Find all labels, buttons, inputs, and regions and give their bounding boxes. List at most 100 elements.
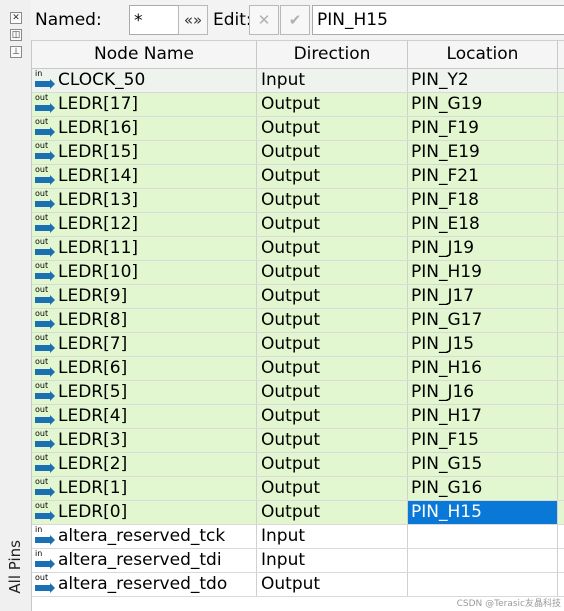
extra-column-cell[interactable] [558, 189, 564, 212]
extra-column-cell[interactable] [558, 429, 564, 452]
close-icon[interactable]: ✕ [10, 12, 22, 24]
table-row[interactable]: in altera_reserved_tck Input [32, 525, 564, 549]
direction-cell[interactable]: Output [257, 381, 408, 404]
location-cell[interactable]: PIN_J19 [408, 237, 558, 260]
cancel-edit-button[interactable]: ✕ [249, 5, 279, 35]
table-row[interactable]: out LEDR[9] Output PIN_J17 [32, 285, 564, 309]
direction-cell[interactable]: Output [257, 117, 408, 140]
table-row[interactable]: out LEDR[17] Output PIN_G19 [32, 93, 564, 117]
node-name-cell[interactable]: in CLOCK_50 [32, 69, 257, 92]
direction-cell[interactable]: Output [257, 573, 408, 596]
table-row[interactable]: out LEDR[2] Output PIN_G15 [32, 453, 564, 477]
column-header-more[interactable] [558, 41, 564, 68]
table-row[interactable]: out LEDR[16] Output PIN_F19 [32, 117, 564, 141]
node-name-cell[interactable]: out LEDR[16] [32, 117, 257, 140]
location-cell[interactable] [408, 549, 558, 572]
node-name-cell[interactable]: out LEDR[11] [32, 237, 257, 260]
direction-cell[interactable]: Output [257, 453, 408, 476]
column-header-node-name[interactable]: Node Name [32, 41, 257, 68]
extra-column-cell[interactable] [558, 573, 564, 596]
extra-column-cell[interactable] [558, 165, 564, 188]
table-row[interactable]: out LEDR[13] Output PIN_F18 [32, 189, 564, 213]
location-cell[interactable]: PIN_J17 [408, 285, 558, 308]
restore-icon[interactable]: ◫ [10, 29, 22, 41]
all-pins-tab[interactable]: All Pins [6, 540, 28, 602]
node-name-cell[interactable]: out LEDR[14] [32, 165, 257, 188]
table-row[interactable]: out LEDR[5] Output PIN_J16 [32, 381, 564, 405]
node-name-cell[interactable]: out LEDR[4] [32, 405, 257, 428]
direction-cell[interactable]: Output [257, 357, 408, 380]
column-header-location[interactable]: Location [408, 41, 558, 68]
location-cell[interactable]: PIN_H15 [408, 501, 558, 524]
location-cell[interactable]: PIN_H17 [408, 405, 558, 428]
node-name-cell[interactable]: in altera_reserved_tdi [32, 549, 257, 572]
table-row[interactable]: out LEDR[14] Output PIN_F21 [32, 165, 564, 189]
extra-column-cell[interactable] [558, 333, 564, 356]
direction-cell[interactable]: Output [257, 285, 408, 308]
direction-cell[interactable]: Input [257, 525, 408, 548]
direction-cell[interactable]: Output [257, 165, 408, 188]
table-row[interactable]: in altera_reserved_tdi Input [32, 549, 564, 573]
extra-column-cell[interactable] [558, 381, 564, 404]
direction-cell[interactable]: Output [257, 237, 408, 260]
node-name-cell[interactable]: out LEDR[15] [32, 141, 257, 164]
node-name-cell[interactable]: out LEDR[1] [32, 477, 257, 500]
extra-column-cell[interactable] [558, 405, 564, 428]
location-cell[interactable]: PIN_H19 [408, 261, 558, 284]
table-row[interactable]: out LEDR[3] Output PIN_F15 [32, 429, 564, 453]
node-name-cell[interactable]: out LEDR[3] [32, 429, 257, 452]
table-row[interactable]: out altera_reserved_tdo Output [32, 573, 564, 597]
extra-column-cell[interactable] [558, 213, 564, 236]
node-name-cell[interactable]: out LEDR[10] [32, 261, 257, 284]
location-cell[interactable]: PIN_F18 [408, 189, 558, 212]
direction-cell[interactable]: Output [257, 213, 408, 236]
table-row[interactable]: out LEDR[15] Output PIN_E19 [32, 141, 564, 165]
extra-column-cell[interactable] [558, 501, 564, 524]
direction-cell[interactable]: Output [257, 429, 408, 452]
location-cell[interactable]: PIN_G15 [408, 453, 558, 476]
extra-column-cell[interactable] [558, 93, 564, 116]
node-name-cell[interactable]: out altera_reserved_tdo [32, 573, 257, 596]
direction-cell[interactable]: Output [257, 405, 408, 428]
table-row[interactable]: out LEDR[11] Output PIN_J19 [32, 237, 564, 261]
extra-column-cell[interactable] [558, 141, 564, 164]
extra-column-cell[interactable] [558, 237, 564, 260]
node-name-cell[interactable]: out LEDR[6] [32, 357, 257, 380]
node-name-cell[interactable]: out LEDR[9] [32, 285, 257, 308]
node-name-cell[interactable]: out LEDR[17] [32, 93, 257, 116]
node-name-cell[interactable]: out LEDR[7] [32, 333, 257, 356]
table-row[interactable]: out LEDR[6] Output PIN_H16 [32, 357, 564, 381]
direction-cell[interactable]: Output [257, 93, 408, 116]
location-cell[interactable]: PIN_G19 [408, 93, 558, 116]
extra-column-cell[interactable] [558, 549, 564, 572]
table-row[interactable]: out LEDR[0] Output PIN_H15 [32, 501, 564, 525]
node-name-cell[interactable]: in altera_reserved_tck [32, 525, 257, 548]
extra-column-cell[interactable] [558, 261, 564, 284]
direction-cell[interactable]: Output [257, 333, 408, 356]
table-row[interactable]: out LEDR[4] Output PIN_H17 [32, 405, 564, 429]
extra-column-cell[interactable] [558, 477, 564, 500]
location-cell[interactable]: PIN_H16 [408, 357, 558, 380]
node-name-cell[interactable]: out LEDR[0] [32, 501, 257, 524]
extra-column-cell[interactable] [558, 69, 564, 92]
location-cell[interactable]: PIN_F15 [408, 429, 558, 452]
node-name-cell[interactable]: out LEDR[13] [32, 189, 257, 212]
direction-cell[interactable]: Output [257, 141, 408, 164]
table-row[interactable]: out LEDR[8] Output PIN_G17 [32, 309, 564, 333]
node-name-cell[interactable]: out LEDR[12] [32, 213, 257, 236]
direction-cell[interactable]: Output [257, 501, 408, 524]
node-name-cell[interactable]: out LEDR[2] [32, 453, 257, 476]
direction-cell[interactable]: Output [257, 309, 408, 332]
extra-column-cell[interactable] [558, 453, 564, 476]
direction-cell[interactable]: Input [257, 69, 408, 92]
location-cell[interactable]: PIN_G17 [408, 309, 558, 332]
extra-column-cell[interactable] [558, 525, 564, 548]
extra-column-cell[interactable] [558, 285, 564, 308]
extra-column-cell[interactable] [558, 357, 564, 380]
table-row[interactable]: out LEDR[12] Output PIN_E18 [32, 213, 564, 237]
table-row[interactable]: out LEDR[10] Output PIN_H19 [32, 261, 564, 285]
accept-edit-button[interactable]: ✔ [280, 5, 310, 35]
location-cell[interactable] [408, 525, 558, 548]
node-name-cell[interactable]: out LEDR[5] [32, 381, 257, 404]
extra-column-cell[interactable] [558, 309, 564, 332]
